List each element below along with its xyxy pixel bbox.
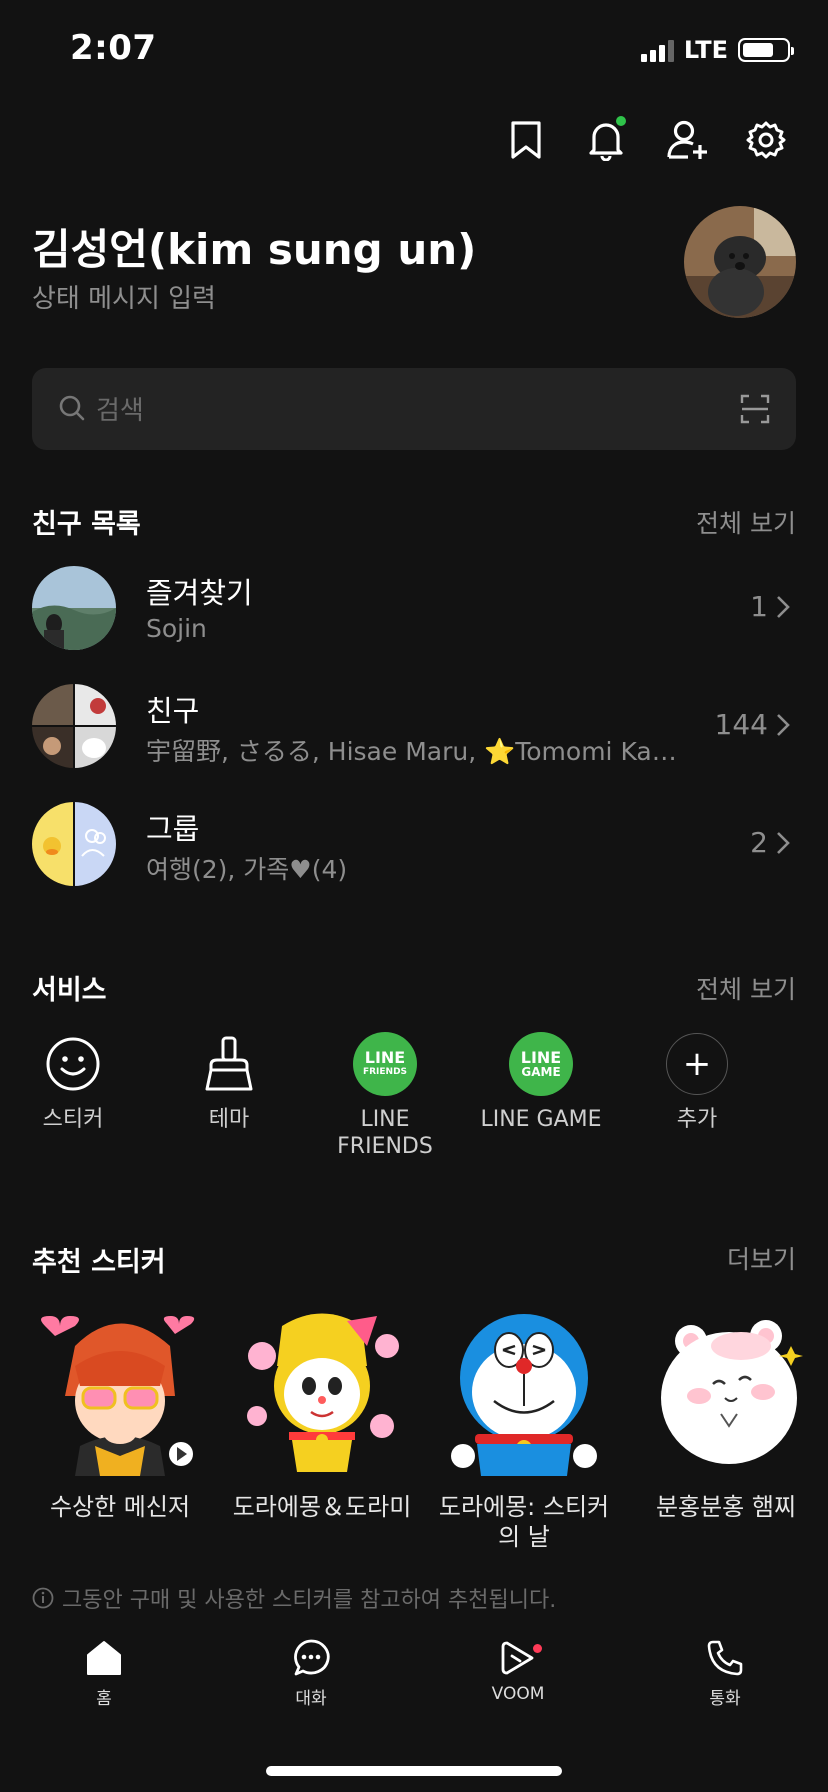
profile-avatar[interactable] bbox=[684, 206, 796, 318]
friends-section-title: 친구 목록 bbox=[32, 509, 141, 540]
sticker-item[interactable]: 수상한 메신저 bbox=[30, 1306, 210, 1522]
row-title: 그룹 bbox=[146, 812, 200, 846]
nav-home[interactable]: 홈 bbox=[44, 1638, 164, 1709]
friends-row[interactable]: 친구 宇留野, さるる, Hisae Maru, ⭐Tomomi Kawaguc… bbox=[32, 684, 796, 770]
sticker-name: 도라에몽: 스티커의 날 bbox=[438, 1493, 610, 1551]
smile-icon bbox=[46, 1037, 100, 1091]
profile-name[interactable]: 김성언(kim sung un) bbox=[32, 216, 476, 277]
search-bar[interactable]: 검색 bbox=[32, 368, 796, 450]
service-line-game[interactable]: LINE GAME LINE GAME bbox=[466, 1032, 616, 1133]
stickers-more-link[interactable]: 더보기 bbox=[727, 1240, 796, 1276]
nav-label: 대화 bbox=[295, 1689, 327, 1709]
battery-icon bbox=[738, 38, 794, 62]
nav-label: 통화 bbox=[709, 1689, 741, 1709]
gear-icon bbox=[746, 121, 786, 159]
row-subtitle: Sojin bbox=[146, 614, 207, 643]
row-count: 1 bbox=[750, 590, 790, 623]
bookmark-button[interactable] bbox=[502, 116, 550, 164]
chevron-right-icon bbox=[777, 713, 790, 736]
nav-label: VOOM bbox=[491, 1684, 545, 1704]
row-title: 즐겨찾기 bbox=[146, 576, 253, 610]
sticker-mystic-messenger-image bbox=[41, 1316, 195, 1476]
notification-dot bbox=[616, 116, 626, 126]
groups-avatar bbox=[32, 802, 116, 886]
sticker-hamster-image bbox=[661, 1320, 803, 1464]
sticker-name: 도라에몽＆도라미 bbox=[232, 1493, 412, 1521]
search-input[interactable]: 검색 bbox=[96, 390, 144, 427]
brush-icon bbox=[205, 1036, 253, 1091]
qr-scan-icon[interactable] bbox=[740, 394, 770, 424]
favorites-avatar bbox=[32, 566, 116, 650]
service-stickers[interactable]: 스티커 bbox=[0, 1032, 148, 1133]
notification-button[interactable] bbox=[582, 116, 630, 164]
nav-chats[interactable]: 대화 bbox=[251, 1638, 371, 1709]
bottom-nav: 홈 대화 VOOM 통화 bbox=[0, 1634, 828, 1754]
row-title: 친구 bbox=[146, 694, 200, 728]
sticker-item[interactable]: 도라에몽: 스티커의 날 bbox=[434, 1306, 614, 1552]
voom-icon bbox=[501, 1641, 534, 1675]
home-indicator bbox=[266, 1766, 562, 1776]
sticker-name: 분홍분홍 햄찌 bbox=[655, 1493, 797, 1521]
chevron-right-icon bbox=[777, 831, 790, 854]
sticker-item[interactable]: 도라에몽＆도라미 bbox=[232, 1306, 412, 1522]
service-add[interactable]: + 추가 bbox=[622, 1032, 772, 1133]
row-count: 144 bbox=[715, 708, 790, 741]
voom-new-dot bbox=[533, 1644, 542, 1653]
nav-calls[interactable]: 통화 bbox=[665, 1638, 785, 1709]
friends-collage-avatar bbox=[32, 684, 116, 768]
network-label: LTE bbox=[683, 36, 728, 64]
note-text: 그동안 구매 및 사용한 스티커를 참고하여 추천됩니다. bbox=[62, 1588, 557, 1613]
service-label: 테마 bbox=[208, 1107, 250, 1132]
service-label: 스티커 bbox=[42, 1107, 104, 1132]
plus-icon: + bbox=[666, 1033, 728, 1095]
home-icon bbox=[87, 1641, 121, 1675]
services-view-all-link[interactable]: 전체 보기 bbox=[696, 970, 796, 1006]
settings-button[interactable] bbox=[742, 116, 790, 164]
row-count-value: 2 bbox=[750, 826, 768, 859]
bookmark-icon bbox=[511, 121, 541, 159]
nav-label: 홈 bbox=[96, 1689, 112, 1709]
line-game-icon: LINE GAME bbox=[509, 1032, 573, 1096]
row-subtitle: 여행(2), 가족♥(4) bbox=[146, 855, 348, 884]
add-friend-icon bbox=[667, 120, 707, 159]
sticker-item[interactable]: 분홍분홍 햄찌 bbox=[636, 1306, 816, 1522]
status-time: 2:07 bbox=[70, 28, 157, 68]
stickers-section-title: 추천 스티커 bbox=[32, 1247, 166, 1278]
dog-photo bbox=[684, 206, 796, 318]
service-label: LINE FRIENDS bbox=[337, 1107, 433, 1159]
service-themes[interactable]: 테마 bbox=[154, 1032, 304, 1133]
phone-icon bbox=[707, 1640, 743, 1676]
chevron-right-icon bbox=[777, 595, 790, 618]
status-indicators: LTE bbox=[640, 36, 794, 64]
recommendation-note: 그동안 구매 및 사용한 스티커를 참고하여 추천됩니다. bbox=[32, 1582, 556, 1614]
service-line-friends[interactable]: LINE FRIENDS LINE FRIENDS bbox=[310, 1032, 460, 1160]
row-subtitle: 宇留野, さるる, Hisae Maru, ⭐Tomomi Kawaguchi bbox=[146, 737, 686, 766]
add-friend-button[interactable] bbox=[664, 116, 712, 164]
sticker-doraemon-image bbox=[451, 1314, 597, 1476]
line-friends-icon: LINE FRIENDS bbox=[353, 1032, 417, 1096]
service-label: 추가 bbox=[676, 1107, 718, 1132]
groups-row[interactable]: 그룹 여행(2), 가족♥(4) 2 bbox=[32, 802, 796, 888]
sticker-name: 수상한 메신저 bbox=[49, 1493, 191, 1521]
nav-voom[interactable]: VOOM bbox=[458, 1638, 578, 1704]
sticker-dorami-image bbox=[247, 1313, 399, 1472]
services-section-title: 서비스 bbox=[32, 975, 107, 1006]
row-count-value: 1 bbox=[750, 590, 768, 623]
chat-icon bbox=[294, 1639, 330, 1676]
service-label: LINE GAME bbox=[480, 1107, 602, 1132]
search-icon bbox=[59, 395, 85, 421]
friends-view-all-link[interactable]: 전체 보기 bbox=[696, 504, 796, 540]
info-icon bbox=[32, 1587, 54, 1609]
signal-icon bbox=[640, 38, 674, 62]
favorites-row[interactable]: 즐겨찾기 Sojin 1 bbox=[32, 566, 796, 652]
status-message[interactable]: 상태 메시지 입력 bbox=[32, 278, 216, 315]
row-count-value: 144 bbox=[714, 708, 768, 741]
row-count: 2 bbox=[750, 826, 790, 859]
